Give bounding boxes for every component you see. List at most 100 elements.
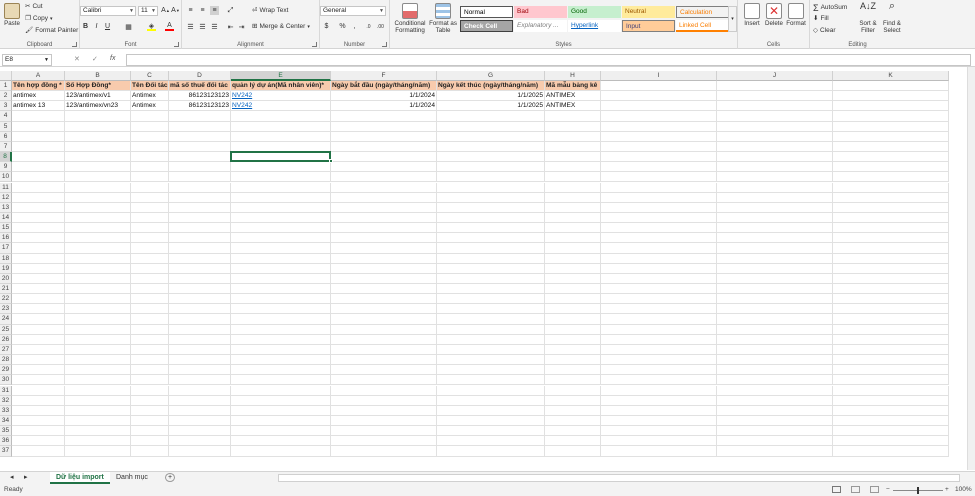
column-header-I[interactable]: I bbox=[601, 71, 717, 81]
cell-C22[interactable] bbox=[131, 294, 169, 305]
cell-D20[interactable] bbox=[169, 273, 231, 284]
cell-H21[interactable] bbox=[545, 284, 601, 295]
cell-J25[interactable] bbox=[717, 324, 833, 335]
cell-G26[interactable] bbox=[437, 334, 545, 345]
cell-G11[interactable] bbox=[437, 182, 545, 193]
cell-K7[interactable] bbox=[833, 141, 949, 153]
row-header-18[interactable]: 18 bbox=[0, 253, 12, 264]
cell-G19[interactable] bbox=[437, 263, 545, 274]
cell-style-hyperlink[interactable]: Hyperlink bbox=[568, 20, 621, 32]
cell-K11[interactable] bbox=[833, 182, 949, 193]
page-break-icon[interactable] bbox=[870, 486, 879, 493]
row-header-4[interactable]: 4 bbox=[0, 111, 12, 122]
row-header-31[interactable]: 31 bbox=[0, 385, 12, 396]
font-color-icon[interactable]: A bbox=[165, 22, 174, 31]
currency-icon[interactable]: $ bbox=[322, 22, 331, 31]
cell-E23[interactable] bbox=[231, 304, 331, 315]
cell-H18[interactable] bbox=[545, 253, 601, 264]
cell-C33[interactable] bbox=[131, 405, 169, 416]
cell-E3[interactable]: NV242 bbox=[231, 101, 331, 112]
cell-I9[interactable] bbox=[601, 162, 717, 173]
tab-danh-muc[interactable]: Danh mục bbox=[110, 472, 154, 484]
cell-A22[interactable] bbox=[12, 294, 65, 305]
cell-C29[interactable] bbox=[131, 365, 169, 376]
cell-F23[interactable] bbox=[331, 304, 437, 315]
row-header-22[interactable]: 22 bbox=[0, 294, 12, 305]
cell-B17[interactable] bbox=[65, 243, 131, 254]
cell-C37[interactable] bbox=[131, 446, 169, 457]
tab-scroll-left-icon[interactable]: ◂ bbox=[10, 472, 14, 484]
row-header-12[interactable]: 12 bbox=[0, 192, 12, 203]
delete-button[interactable]: ✕ Delete bbox=[763, 3, 785, 27]
cell-A24[interactable] bbox=[12, 314, 65, 325]
cell-C32[interactable] bbox=[131, 395, 169, 406]
cell-G34[interactable] bbox=[437, 415, 545, 427]
cell-H15[interactable] bbox=[545, 223, 601, 234]
row-header-20[interactable]: 20 bbox=[0, 273, 12, 284]
cell-B35[interactable] bbox=[65, 426, 131, 437]
cell-G22[interactable] bbox=[437, 294, 545, 305]
align-center-icon[interactable]: ☰ bbox=[198, 22, 207, 31]
cell-K16[interactable] bbox=[833, 233, 949, 244]
cell-D9[interactable] bbox=[169, 162, 231, 173]
cell-B31[interactable] bbox=[65, 385, 131, 396]
comma-icon[interactable]: , bbox=[350, 22, 359, 31]
cell-G5[interactable] bbox=[437, 121, 545, 132]
cell-I33[interactable] bbox=[601, 405, 717, 416]
cut-button[interactable]: ✂ Cut bbox=[25, 3, 43, 11]
column-header-J[interactable]: J bbox=[717, 71, 833, 81]
cell-B34[interactable] bbox=[65, 415, 131, 427]
cell-H9[interactable] bbox=[545, 162, 601, 173]
cell-G23[interactable] bbox=[437, 304, 545, 315]
cell-H33[interactable] bbox=[545, 405, 601, 416]
cell-E31[interactable] bbox=[231, 385, 331, 396]
cell-B20[interactable] bbox=[65, 273, 131, 284]
cell-K15[interactable] bbox=[833, 223, 949, 234]
cell-J21[interactable] bbox=[717, 284, 833, 295]
page-layout-icon[interactable] bbox=[851, 486, 860, 493]
cell-E25[interactable] bbox=[231, 324, 331, 335]
cell-J35[interactable] bbox=[717, 426, 833, 437]
cell-F25[interactable] bbox=[331, 324, 437, 335]
cell-D25[interactable] bbox=[169, 324, 231, 335]
row-header-32[interactable]: 32 bbox=[0, 395, 12, 406]
cell-C3[interactable]: Antimex bbox=[131, 101, 169, 112]
worksheet-grid[interactable]: A B C D E F G H I J K 1 Tên hợp đồng * Số Hợp Đồng* Tê… bbox=[0, 71, 967, 467]
cell-C30[interactable] bbox=[131, 375, 169, 386]
cell-D29[interactable] bbox=[169, 365, 231, 376]
cell-G36[interactable] bbox=[437, 436, 545, 447]
cell-K21[interactable] bbox=[833, 284, 949, 295]
cell-style-good[interactable]: Good bbox=[568, 6, 621, 18]
cell-K10[interactable] bbox=[833, 172, 949, 183]
cell-B14[interactable] bbox=[65, 212, 131, 224]
cell-I16[interactable] bbox=[601, 233, 717, 244]
cell-D23[interactable] bbox=[169, 304, 231, 315]
cell-A33[interactable] bbox=[12, 405, 65, 416]
cell-I5[interactable] bbox=[601, 121, 717, 132]
cell-D26[interactable] bbox=[169, 334, 231, 345]
cell-B5[interactable] bbox=[65, 121, 131, 132]
cell-H8[interactable] bbox=[545, 152, 601, 163]
cell-B23[interactable] bbox=[65, 304, 131, 315]
align-left-icon[interactable]: ☰ bbox=[186, 22, 195, 31]
increase-indent-icon[interactable]: ⇥ bbox=[237, 22, 246, 31]
cell-A18[interactable] bbox=[12, 253, 65, 264]
cell-E12[interactable] bbox=[231, 192, 331, 203]
cell-F3[interactable]: 1/1/2024 bbox=[331, 101, 437, 112]
cell-A1[interactable]: Tên hợp đồng * bbox=[12, 81, 65, 92]
row-header-10[interactable]: 10 bbox=[0, 172, 12, 183]
cell-C28[interactable] bbox=[131, 355, 169, 366]
cell-A23[interactable] bbox=[12, 304, 65, 315]
row-header-9[interactable]: 9 bbox=[0, 162, 12, 173]
cell-I13[interactable] bbox=[601, 202, 717, 213]
cell-F15[interactable] bbox=[331, 223, 437, 234]
cell-A32[interactable] bbox=[12, 395, 65, 406]
tab-scroll-right-icon[interactable]: ▸ bbox=[24, 472, 28, 484]
cell-E9[interactable] bbox=[231, 162, 331, 173]
cell-D24[interactable] bbox=[169, 314, 231, 325]
cell-A9[interactable] bbox=[12, 162, 65, 173]
cell-F10[interactable] bbox=[331, 172, 437, 183]
cell-C9[interactable] bbox=[131, 162, 169, 173]
cell-D6[interactable] bbox=[169, 131, 231, 142]
cell-K32[interactable] bbox=[833, 395, 949, 406]
